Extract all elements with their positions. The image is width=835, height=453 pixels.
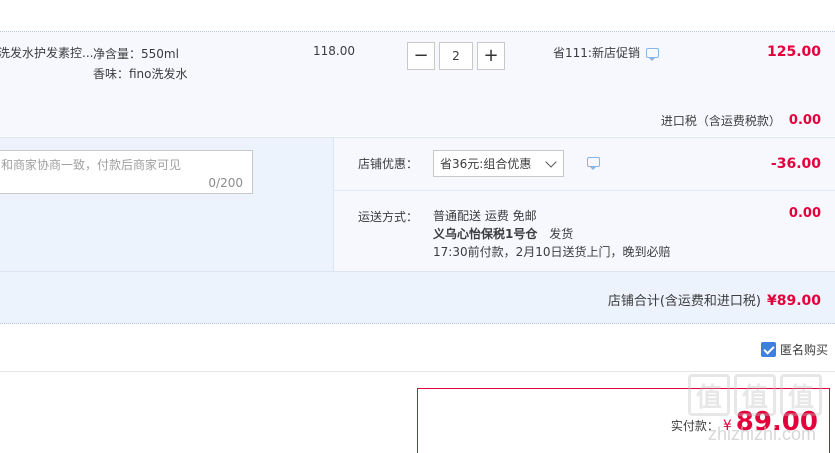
buyer-memo-input[interactable]: 和商家协商一致，付款后商家可见 0/200	[0, 150, 253, 194]
increase-button[interactable]: +	[477, 42, 505, 70]
store-total-value: ¥89.00	[766, 293, 821, 309]
sku-scent: 香味：fino洗发水	[93, 67, 188, 81]
anonymous-label: 匿名购买	[779, 343, 828, 357]
shop-discount-amount: -36.00	[770, 156, 821, 172]
item-promo: 省111:新店促销	[553, 44, 659, 61]
store-total-label: 店铺合计(含运费和进口税)	[607, 294, 761, 309]
watermark-glyph: 值	[780, 374, 822, 416]
delivery-promise: 17:30前付款，2月10日送货上门，晚到必赔	[433, 245, 671, 259]
quantity-stepper: − 2 +	[407, 42, 505, 70]
import-tax-row: 进口税（含运费税款） 0.00	[661, 112, 821, 129]
unit-price: 118.00	[313, 44, 355, 58]
import-tax-label: 进口税（含运费税款）	[660, 114, 781, 128]
promo-text: 省111:新店促销	[553, 46, 640, 60]
order-options-panel: 店铺优惠： 省36元:组合优惠 -36.00 运送方式： 普通配送 运费 免邮 …	[333, 138, 835, 272]
item-title[interactable]: 洗发水护发素控...	[0, 44, 93, 61]
memo-char-count: 0/200	[208, 176, 243, 190]
item-subtotal: 125.00	[766, 44, 821, 60]
memo-placeholder: 和商家协商一致，付款后商家可见	[1, 158, 182, 172]
watermark-glyph: 值	[734, 374, 776, 416]
import-tax-value: 0.00	[788, 113, 821, 128]
warehouse-name: 义乌心怡保税1号仓	[433, 227, 538, 241]
shipping-method: 普通配送 运费 免邮	[433, 209, 537, 223]
section-divider	[0, 371, 835, 372]
options-divider	[334, 190, 835, 191]
chat-icon[interactable]	[587, 157, 600, 170]
shipping-fee: 0.00	[788, 206, 821, 221]
store-total-row: 店铺合计(含运费和进口税) ¥89.00	[0, 271, 835, 324]
watermark-text: zhizhizhi.com	[708, 424, 817, 444]
shipping-warehouse-line: 义乌心怡保税1号仓 发货	[433, 225, 671, 243]
shop-coupon-select[interactable]: 省36元:组合优惠	[433, 150, 564, 177]
shop-coupon-label: 店铺优惠：	[358, 157, 419, 171]
quantity-input[interactable]: 2	[439, 42, 473, 70]
order-options-area: 和商家协商一致，付款后商家可见 0/200 店铺优惠： 省36元:组合优惠 -3…	[0, 137, 835, 272]
sku-volume: 净含量：550ml	[93, 47, 179, 61]
item-sku: 净含量：550ml 香味：fino洗发水	[93, 44, 188, 84]
shipping-label: 运送方式：	[358, 210, 419, 224]
decrease-button[interactable]: −	[407, 42, 435, 70]
chat-icon[interactable]	[645, 47, 659, 61]
anonymous-purchase[interactable]: 匿名购买	[760, 341, 828, 358]
coupon-selected-value: 省36元:组合优惠	[440, 157, 532, 171]
shipping-info: 普通配送 运费 免邮 义乌心怡保税1号仓 发货 17:30前付款，2月10日送货…	[433, 207, 671, 261]
anonymous-checkbox[interactable]	[760, 342, 776, 357]
dispatch-text: 发货	[549, 227, 574, 241]
watermark-glyph: 值	[688, 374, 730, 416]
chevron-down-icon	[545, 156, 557, 168]
cart-item-row: 洗发水护发素控... 净含量：550ml 香味：fino洗发水 118.00 −…	[0, 32, 835, 136]
watermark-logo: 值 值 值	[688, 374, 826, 416]
